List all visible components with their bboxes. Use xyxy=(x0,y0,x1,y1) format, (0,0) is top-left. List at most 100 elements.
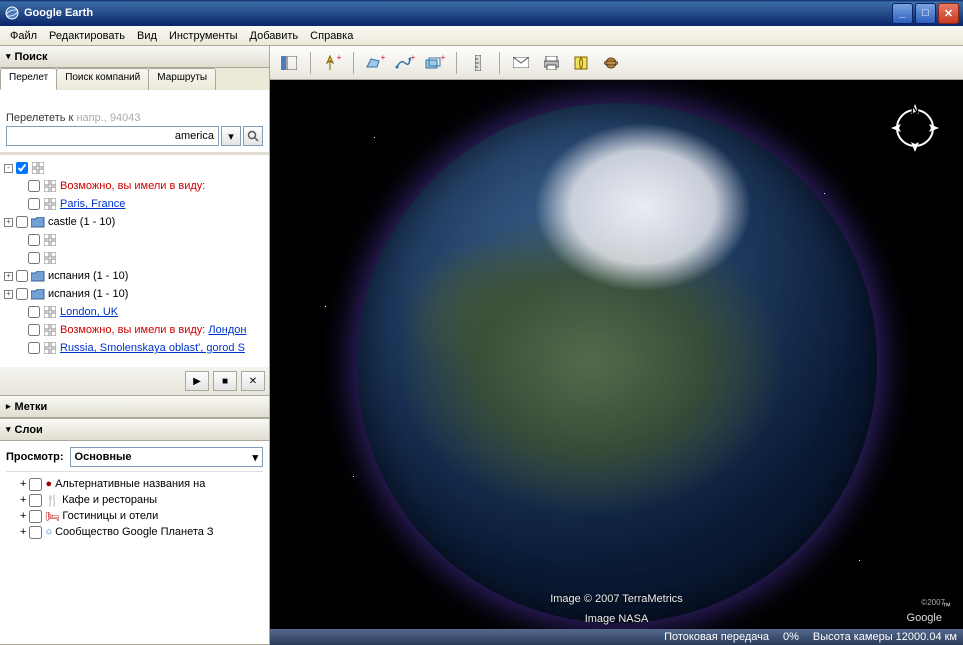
maximize-button[interactable]: □ xyxy=(915,3,936,24)
web-button[interactable] xyxy=(568,50,594,76)
menu-help[interactable]: Справка xyxy=(304,28,359,44)
folder-icon xyxy=(31,287,45,301)
result-checkbox[interactable] xyxy=(16,270,28,282)
result-label: испания (1 - 10) xyxy=(48,288,128,300)
tab-business[interactable]: Поиск компаний xyxy=(56,68,149,90)
layer-label[interactable]: Сообщество Google Планета З xyxy=(55,526,214,538)
earth-globe[interactable] xyxy=(357,103,877,623)
layer-icon: ● xyxy=(45,478,52,490)
menu-tools[interactable]: Инструменты xyxy=(163,28,244,44)
globe-viewport[interactable]: N Image © 2007 TerraMetrics Image NASA ©… xyxy=(270,80,963,645)
grid-icon xyxy=(43,233,57,247)
tab-flyto[interactable]: Перелет xyxy=(0,68,57,90)
places-panel-header[interactable]: ▸ Метки xyxy=(0,396,269,418)
result-link[interactable]: Лондон xyxy=(208,324,246,336)
result-checkbox[interactable] xyxy=(16,216,28,228)
layers-panel-header[interactable]: ▾ Слои xyxy=(0,419,269,441)
clear-button[interactable]: ✕ xyxy=(241,371,265,391)
expand-toggle[interactable]: + xyxy=(4,290,13,299)
layer-label[interactable]: Альтернативные названия на xyxy=(55,478,205,490)
expand-icon: ▸ xyxy=(6,401,11,412)
search-panel-header[interactable]: ▾ Поиск xyxy=(0,46,269,68)
result-row: + испания (1 - 10) xyxy=(4,267,265,285)
result-checkbox[interactable] xyxy=(28,252,40,264)
result-checkbox[interactable] xyxy=(28,180,40,192)
add-placemark-button[interactable]: + xyxy=(319,50,345,76)
layer-label[interactable]: Гостиницы и отели xyxy=(62,510,158,522)
menubar: Файл Редактировать Вид Инструменты Добав… xyxy=(0,26,963,46)
result-row: +Russia, Smolenskaya oblast', gorod S xyxy=(4,339,265,357)
ruler-button[interactable] xyxy=(465,50,491,76)
expand-toggle[interactable]: + xyxy=(4,272,13,281)
window-title: Google Earth xyxy=(24,7,892,19)
result-checkbox[interactable] xyxy=(28,324,40,336)
collapse-icon: ▾ xyxy=(6,51,11,62)
result-checkbox[interactable] xyxy=(28,306,40,318)
grid-icon xyxy=(43,179,57,193)
expand-toggle[interactable]: + xyxy=(20,494,26,506)
email-button[interactable] xyxy=(508,50,534,76)
search-history-dropdown[interactable]: ▾ xyxy=(221,126,241,146)
stop-button[interactable]: ■ xyxy=(213,371,237,391)
result-row: + xyxy=(4,231,265,249)
result-row: - xyxy=(4,159,265,177)
svg-text:N: N xyxy=(911,104,919,116)
result-label: испания (1 - 10) xyxy=(48,270,128,282)
search-panel: ▾ Поиск Перелет Поиск компаний Маршруты … xyxy=(0,46,269,396)
folder-icon xyxy=(31,215,45,229)
result-checkbox[interactable] xyxy=(16,288,28,300)
chevron-down-icon: ▾ xyxy=(252,451,258,464)
result-checkbox[interactable] xyxy=(28,234,40,246)
search-tabs: Перелет Поиск компаний Маршруты xyxy=(0,68,269,90)
result-checkbox[interactable] xyxy=(28,342,40,354)
layer-label[interactable]: Кафе и рестораны xyxy=(62,494,157,506)
add-polygon-button[interactable]: + xyxy=(362,50,388,76)
layer-checkbox[interactable] xyxy=(29,526,42,539)
result-checkbox[interactable] xyxy=(16,162,28,174)
minimize-button[interactable]: _ xyxy=(892,3,913,24)
result-row: +castle (1 - 10) xyxy=(4,213,265,231)
attribution-text-2: Image NASA xyxy=(585,613,649,625)
grid-icon xyxy=(43,197,57,211)
add-overlay-button[interactable]: + xyxy=(422,50,448,76)
menu-edit[interactable]: Редактировать xyxy=(43,28,131,44)
result-row: +Возможно, вы имели в виду: Лондон xyxy=(4,321,265,339)
expand-toggle[interactable]: + xyxy=(4,218,13,227)
result-label: Возможно, вы имели в виду: Лондон xyxy=(60,324,246,336)
layer-icon: ○ xyxy=(45,526,52,538)
tab-directions[interactable]: Маршруты xyxy=(148,68,216,90)
search-input[interactable] xyxy=(6,126,219,146)
expand-toggle: + xyxy=(20,478,26,490)
layer-checkbox[interactable] xyxy=(29,510,42,523)
layer-checkbox[interactable] xyxy=(29,478,42,491)
layer-checkbox[interactable] xyxy=(29,494,42,507)
expand-toggle[interactable]: - xyxy=(4,164,13,173)
menu-view[interactable]: Вид xyxy=(131,28,163,44)
layers-view-select[interactable]: Основные ▾ xyxy=(70,447,263,467)
layer-row: + ○Сообщество Google Планета З xyxy=(6,524,263,540)
close-button[interactable]: ✕ xyxy=(938,3,959,24)
expand-toggle[interactable]: + xyxy=(20,526,26,538)
result-label[interactable]: London, UK xyxy=(60,306,118,318)
search-controls: ▶ ■ ✕ xyxy=(0,367,269,395)
statusbar: Потоковая передача 0% Высота камеры 1200… xyxy=(270,629,963,645)
planet-button[interactable] xyxy=(598,50,624,76)
result-label[interactable]: Russia, Smolenskaya oblast', gorod S xyxy=(60,342,245,354)
app-icon xyxy=(4,5,20,21)
add-path-button[interactable]: + xyxy=(392,50,418,76)
menu-add[interactable]: Добавить xyxy=(244,28,305,44)
play-button[interactable]: ▶ xyxy=(185,371,209,391)
result-row: + xyxy=(4,249,265,267)
result-row: +Paris, France xyxy=(4,195,265,213)
print-button[interactable] xyxy=(538,50,564,76)
menu-file[interactable]: Файл xyxy=(4,28,43,44)
result-row: +London, UK xyxy=(4,303,265,321)
toggle-sidebar-button[interactable] xyxy=(276,50,302,76)
compass-icon[interactable]: N xyxy=(887,100,943,156)
layers-view-label: Просмотр: xyxy=(6,451,64,463)
search-button[interactable] xyxy=(243,126,263,146)
result-checkbox[interactable] xyxy=(28,198,40,210)
titlebar: Google Earth _ □ ✕ xyxy=(0,0,963,26)
layer-icon: 🛏 xyxy=(45,510,59,523)
result-label[interactable]: Paris, France xyxy=(60,198,125,210)
